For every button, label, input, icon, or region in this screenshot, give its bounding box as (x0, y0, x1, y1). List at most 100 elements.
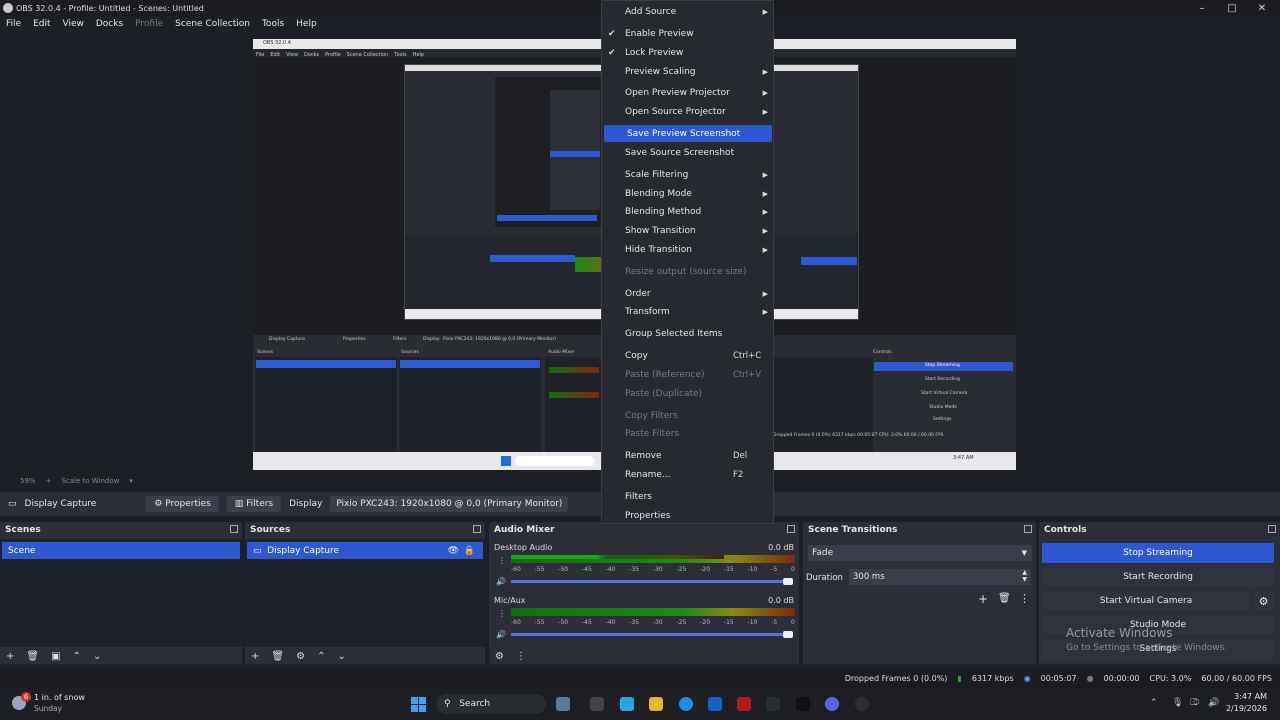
menu-tools[interactable]: Tools (256, 19, 290, 29)
menu-item-scale-filtering[interactable]: Scale Filtering ▶ (602, 166, 773, 183)
windows-start-icon[interactable] (411, 697, 426, 712)
virtual-camera-settings-icon[interactable]: ⚙ (1253, 591, 1274, 611)
remove-transition-icon[interactable]: 🗑 (998, 593, 1011, 604)
menu-item-transform[interactable]: Transform ▶ (602, 303, 773, 320)
popout-icon[interactable] (1268, 525, 1276, 533)
popout-icon[interactable] (473, 525, 481, 533)
menu-edit[interactable]: Edit (27, 19, 56, 29)
clock-date[interactable]: 2/19/2026 (1225, 704, 1267, 713)
clock-time[interactable]: 3:47 AM (1225, 692, 1267, 701)
menu-docks[interactable]: Docks (90, 19, 129, 29)
channel-menu-icon[interactable]: ⋮ (498, 609, 506, 618)
menu-scene-collection[interactable]: Scene Collection (169, 19, 256, 29)
menu-item-paste-reference[interactable]: Paste (Reference) Ctrl+V (602, 366, 773, 383)
scale-mode-chevron-icon[interactable]: ▾ (129, 477, 133, 485)
start-virtual-camera-button[interactable]: Start Virtual Camera (1042, 591, 1250, 611)
minimize-button[interactable]: – (1188, 0, 1216, 16)
start-recording-button[interactable]: Start Recording (1042, 567, 1274, 587)
network-tray-icon[interactable]: ⎄ (1190, 698, 1200, 708)
menu-file[interactable]: File (0, 19, 27, 29)
volume-tray-icon[interactable]: 🔊 (1208, 698, 1219, 708)
move-down-icon[interactable]: ⌄ (93, 651, 101, 662)
close-button[interactable]: ✕ (1248, 0, 1276, 16)
menu-item-save-source-screenshot[interactable]: Save Source Screenshot (602, 144, 773, 161)
maximize-button[interactable]: □ (1218, 0, 1246, 16)
weather-text[interactable]: 1 in. of snow (34, 693, 85, 702)
move-up-icon[interactable]: ⌃ (73, 651, 81, 662)
menu-item-remove[interactable]: Remove Del (602, 447, 773, 464)
adobe-icon[interactable] (737, 697, 751, 711)
menu-item-hide-transition[interactable]: Hide Transition ▶ (602, 241, 773, 258)
speaker-icon[interactable]: 🔊 (496, 577, 506, 586)
scale-mode[interactable]: Scale to Window (61, 477, 119, 485)
menu-item-paste-filters[interactable]: Paste Filters (602, 425, 773, 442)
menu-item-copy[interactable]: Copy Ctrl+C (602, 347, 773, 364)
zoom-level[interactable]: 59% (20, 477, 36, 485)
mixer-settings-icon[interactable]: ⚙ (495, 651, 504, 662)
remove-scene-icon[interactable]: 🗑 (26, 651, 39, 662)
transition-select[interactable]: Fade ▼ (808, 545, 1032, 561)
edge-browser-icon[interactable] (679, 697, 693, 711)
menu-item-open-source-projector[interactable]: Open Source Projector ▶ (602, 103, 773, 120)
duration-spinbox[interactable]: 300 ms ▲ ▼ (849, 569, 1031, 585)
zoom-plus-icon[interactable]: + (46, 477, 52, 485)
menu-item-copy-filters[interactable]: Copy Filters (602, 407, 773, 424)
taskbar-search[interactable]: ⚲ Search (436, 694, 546, 714)
volume-slider[interactable] (511, 633, 785, 636)
source-properties-icon[interactable]: ⚙ (296, 651, 305, 662)
remove-source-icon[interactable]: 🗑 (271, 651, 284, 662)
lock-icon[interactable]: 🔒 (464, 546, 475, 556)
menu-profile[interactable]: Profile (129, 19, 169, 29)
store-icon[interactable] (708, 697, 722, 711)
properties-button[interactable]: ⚙ Properties (146, 496, 219, 512)
menu-item-add-source[interactable]: Add Source ▶ (602, 3, 773, 20)
obs-taskbar-icon[interactable] (855, 697, 869, 711)
add-scene-icon[interactable]: + (6, 651, 14, 662)
file-explorer-icon[interactable] (649, 697, 663, 711)
speaker-icon[interactable]: 🔊 (496, 630, 506, 639)
transition-menu-icon[interactable]: ⋮ (1019, 592, 1030, 605)
menu-item-blending-mode[interactable]: Blending Mode ▶ (602, 185, 773, 202)
scene-item[interactable]: Scene (2, 542, 240, 559)
menu-item-lock-preview[interactable]: ✔ Lock Preview (602, 44, 773, 61)
volume-slider-handle[interactable] (783, 578, 793, 585)
spin-arrows-icon[interactable]: ▲ ▼ (1022, 569, 1027, 583)
copilot-icon[interactable] (620, 697, 634, 711)
add-transition-icon[interactable]: + (978, 592, 988, 606)
source-item[interactable]: ▭ Display Capture 👁 🔒 (247, 542, 483, 559)
menu-item-rename[interactable]: Rename... F2 (602, 466, 773, 483)
capcut-icon[interactable] (796, 697, 810, 711)
display-select[interactable]: Pixio PXC243: 1920x1080 @ 0,0 (Primary M… (330, 496, 569, 512)
menu-help[interactable]: Help (290, 19, 323, 29)
channel-menu-icon[interactable]: ⋮ (498, 556, 506, 565)
popout-icon[interactable] (1024, 525, 1032, 533)
volume-slider[interactable] (511, 580, 785, 583)
menu-item-show-transition[interactable]: Show Transition ▶ (602, 222, 773, 239)
menu-item-open-preview-projector[interactable]: Open Preview Projector ▶ (602, 84, 773, 101)
add-source-icon[interactable]: + (251, 651, 259, 662)
scene-filters-icon[interactable]: ▣ (51, 651, 60, 662)
popout-icon[interactable] (230, 525, 238, 533)
visibility-eye-icon[interactable]: 👁 (448, 546, 459, 556)
pen-tool-icon[interactable] (766, 697, 780, 711)
filters-button[interactable]: ▥ Filters (226, 496, 282, 512)
menu-item-blending-method[interactable]: Blending Method ▶ (602, 203, 773, 220)
menu-item-save-preview-screenshot[interactable]: Save Preview Screenshot (604, 125, 772, 142)
menu-item-paste-duplicate[interactable]: Paste (Duplicate) (602, 385, 773, 402)
taskbar-app-icon[interactable] (556, 697, 570, 711)
menu-view[interactable]: View (57, 19, 90, 29)
menu-item-preview-scaling[interactable]: Preview Scaling ▶ (602, 63, 773, 80)
menu-item-properties[interactable]: Properties (602, 507, 773, 524)
popout-icon[interactable] (787, 525, 795, 533)
move-down-icon[interactable]: ⌄ (337, 651, 345, 662)
discord-icon[interactable] (825, 697, 839, 711)
mixer-menu-icon[interactable]: ⋮ (516, 651, 526, 662)
mic-tray-icon[interactable]: 🎙 (1172, 698, 1183, 708)
menu-item-enable-preview[interactable]: ✔ Enable Preview (602, 25, 773, 42)
menu-item-resize-output-source-size[interactable]: Resize output (source size) (602, 263, 773, 280)
tray-chevron-icon[interactable]: ⌃ (1150, 698, 1158, 708)
menu-item-order[interactable]: Order ▶ (602, 285, 773, 302)
stop-streaming-button[interactable]: Stop Streaming (1042, 543, 1274, 563)
menu-item-filters[interactable]: Filters (602, 488, 773, 505)
task-view-icon[interactable] (590, 697, 604, 711)
